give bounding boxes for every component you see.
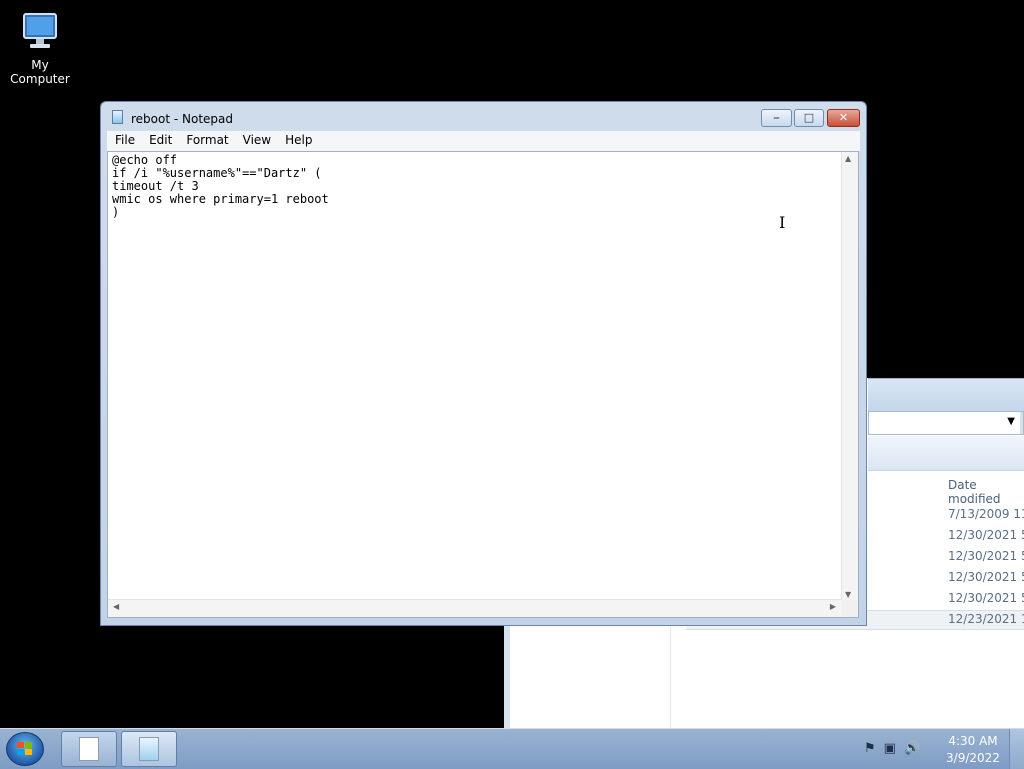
windows-logo-icon xyxy=(17,742,32,755)
text-editor[interactable]: @echo off if /i "%username%"=="Dartz" ( … xyxy=(107,151,859,618)
date-cell: 12/23/2021 12: xyxy=(948,612,1024,626)
start-button[interactable] xyxy=(6,732,44,766)
minimize-button[interactable]: ⎯ xyxy=(761,109,792,127)
address-separator xyxy=(1020,412,1023,434)
taskbar-explorer-button[interactable] xyxy=(61,731,117,767)
titlebar[interactable]: reboot - Notepad ⎯ □ ✕ xyxy=(101,102,866,132)
date-cell: 12/30/2021 5:5 xyxy=(948,591,1024,605)
my-computer-desktop-icon[interactable]: My Computer xyxy=(0,8,80,86)
clock-date: 3/9/2022 xyxy=(946,751,1000,765)
notepad-window[interactable]: reboot - Notepad ⎯ □ ✕ File Edit Format Vie… xyxy=(100,101,867,626)
document-text[interactable]: @echo off if /i "%username%"=="Dartz" ( … xyxy=(112,154,329,219)
date-cell: 7/13/2009 11:2 xyxy=(948,507,1024,521)
notepad-icon xyxy=(112,110,123,124)
scroll-right-icon[interactable]: ▶ xyxy=(830,602,836,611)
scroll-left-icon[interactable]: ◀ xyxy=(113,602,119,611)
system-tray: ⚑ ▣ 🔊 xyxy=(864,741,928,756)
menu-view[interactable]: View xyxy=(235,131,277,147)
close-button[interactable]: ✕ xyxy=(827,109,860,127)
show-desktop-button[interactable] xyxy=(1009,729,1024,769)
command-bar xyxy=(868,436,1024,471)
navigation-pane[interactable] xyxy=(510,626,671,728)
volume-icon[interactable]: 🔊 xyxy=(904,741,920,756)
computer-icon xyxy=(16,8,64,56)
horizontal-scrollbar[interactable]: ◀ ▶ xyxy=(108,599,842,617)
action-center-icon[interactable]: ⚑ xyxy=(864,741,876,756)
scroll-up-icon[interactable]: ▲ xyxy=(845,154,851,163)
date-cell: 12/30/2021 5:5 xyxy=(948,549,1024,563)
vertical-scrollbar[interactable]: ▲ ▼ xyxy=(841,152,858,601)
chevron-down-icon[interactable]: ▼ xyxy=(1007,416,1015,427)
date-cell: 12/30/2021 5:5 xyxy=(948,528,1024,542)
scroll-down-icon[interactable]: ▼ xyxy=(845,590,851,599)
date-cell: 12/30/2021 5:3 xyxy=(948,570,1024,584)
desktop-icon-label: My Computer xyxy=(10,58,70,86)
column-header-date-modified[interactable]: Date modified xyxy=(944,478,1024,506)
maximize-button[interactable]: □ xyxy=(794,109,824,127)
clock-time: 4:30 AM xyxy=(948,734,998,748)
network-icon[interactable]: ▣ xyxy=(884,741,896,756)
explorer-titlebar[interactable] xyxy=(868,378,1024,411)
menu-file[interactable]: File xyxy=(107,131,141,147)
menu-edit[interactable]: Edit xyxy=(141,131,178,147)
menu-format[interactable]: Format xyxy=(178,131,234,147)
taskbar-notepad-button[interactable] xyxy=(121,731,177,767)
taskbar: ⚑ ▣ 🔊 4:30 AM 3/9/2022 xyxy=(0,728,1024,769)
resize-grip[interactable] xyxy=(842,600,858,617)
menu-help[interactable]: Help xyxy=(277,131,318,147)
text-cursor-icon: I xyxy=(779,213,786,232)
address-bar[interactable]: ▼ xyxy=(868,411,1024,435)
window-title: reboot - Notepad xyxy=(131,112,234,126)
notepad-icon xyxy=(139,737,159,761)
document-icon xyxy=(79,737,99,761)
menu-bar: File Edit Format View Help xyxy=(107,131,860,151)
clock[interactable]: 4:30 AM 3/9/2022 xyxy=(942,733,1004,767)
